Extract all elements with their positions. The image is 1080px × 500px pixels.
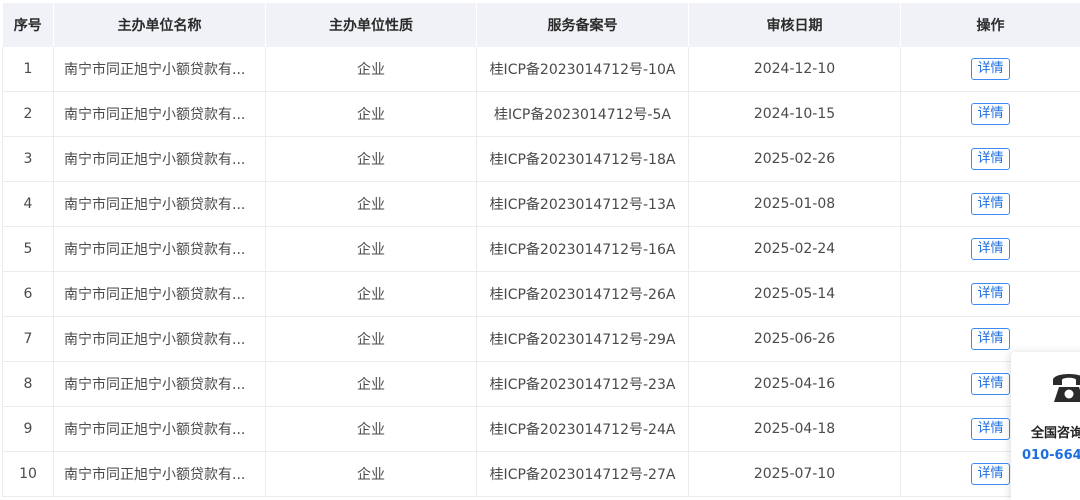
record-table: 序号 主办单位名称 主办单位性质 服务备案号 审核日期 操作 1 南宁市同正旭宁…: [2, 3, 1080, 497]
cell-action: 详情: [900, 181, 1080, 227]
cell-index: 3: [2, 136, 54, 182]
header-organizer-nature: 主办单位性质: [265, 3, 477, 47]
cell-organizer-name: 南宁市同正旭宁小额贷款有...: [53, 316, 266, 362]
table-row: 9 南宁市同正旭宁小额贷款有... 企业 桂ICP备2023014712号-24…: [2, 406, 1080, 452]
detail-button[interactable]: 详情: [971, 418, 1010, 440]
table-body: 1 南宁市同正旭宁小额贷款有... 企业 桂ICP备2023014712号-10…: [2, 47, 1080, 497]
cell-record-number: 桂ICP备2023014712号-16A: [476, 226, 689, 272]
consult-widget[interactable]: 全国咨询 010-6645: [1011, 352, 1080, 500]
cell-organizer-nature: 企业: [265, 316, 477, 362]
cell-record-number: 桂ICP备2023014712号-10A: [476, 47, 689, 92]
cell-index: 4: [2, 181, 54, 227]
table-row: 5 南宁市同正旭宁小额贷款有... 企业 桂ICP备2023014712号-16…: [2, 226, 1080, 272]
header-record-number: 服务备案号: [476, 3, 689, 47]
cell-organizer-name: 南宁市同正旭宁小额贷款有...: [53, 361, 266, 407]
detail-button[interactable]: 详情: [971, 328, 1010, 350]
table-row: 6 南宁市同正旭宁小额贷款有... 企业 桂ICP备2023014712号-26…: [2, 271, 1080, 317]
cell-organizer-nature: 企业: [265, 226, 477, 272]
cell-review-date: 2025-05-14: [688, 271, 901, 317]
cell-review-date: 2025-04-16: [688, 361, 901, 407]
cell-review-date: 2024-12-10: [688, 47, 901, 92]
cell-organizer-name: 南宁市同正旭宁小额贷款有...: [53, 181, 266, 227]
phone-icon: [1053, 374, 1080, 402]
detail-button[interactable]: 详情: [971, 193, 1010, 215]
table-row: 7 南宁市同正旭宁小额贷款有... 企业 桂ICP备2023014712号-29…: [2, 316, 1080, 362]
cell-organizer-nature: 企业: [265, 91, 477, 137]
cell-review-date: 2025-01-08: [688, 181, 901, 227]
cell-index: 6: [2, 271, 54, 317]
cell-action: 详情: [900, 136, 1080, 182]
table-header: 序号 主办单位名称 主办单位性质 服务备案号 审核日期 操作: [2, 3, 1080, 47]
cell-review-date: 2024-10-15: [688, 91, 901, 137]
cell-record-number: 桂ICP备2023014712号-23A: [476, 361, 689, 407]
cell-record-number: 桂ICP备2023014712号-29A: [476, 316, 689, 362]
cell-record-number: 桂ICP备2023014712号-13A: [476, 181, 689, 227]
header-organizer-name: 主办单位名称: [53, 3, 266, 47]
table-row: 3 南宁市同正旭宁小额贷款有... 企业 桂ICP备2023014712号-18…: [2, 136, 1080, 182]
table-row: 1 南宁市同正旭宁小额贷款有... 企业 桂ICP备2023014712号-10…: [2, 47, 1080, 92]
cell-review-date: 2025-02-24: [688, 226, 901, 272]
detail-button[interactable]: 详情: [971, 463, 1010, 485]
cell-organizer-nature: 企业: [265, 181, 477, 227]
detail-button[interactable]: 详情: [971, 58, 1010, 80]
cell-organizer-name: 南宁市同正旭宁小额贷款有...: [53, 91, 266, 137]
cell-review-date: 2025-07-10: [688, 451, 901, 497]
cell-action: 详情: [900, 271, 1080, 317]
cell-index: 10: [2, 451, 54, 497]
cell-organizer-name: 南宁市同正旭宁小额贷款有...: [53, 47, 266, 92]
page: 序号 主办单位名称 主办单位性质 服务备案号 审核日期 操作 1 南宁市同正旭宁…: [0, 0, 1080, 500]
header-row: 序号 主办单位名称 主办单位性质 服务备案号 审核日期 操作: [2, 3, 1080, 47]
cell-action: 详情: [900, 226, 1080, 272]
cell-review-date: 2025-04-18: [688, 406, 901, 452]
cell-organizer-nature: 企业: [265, 451, 477, 497]
table-row: 8 南宁市同正旭宁小额贷款有... 企业 桂ICP备2023014712号-23…: [2, 361, 1080, 407]
cell-review-date: 2025-06-26: [688, 316, 901, 362]
header-review-date: 审核日期: [688, 3, 901, 47]
cell-action: 详情: [900, 91, 1080, 137]
detail-button[interactable]: 详情: [971, 238, 1010, 260]
cell-record-number: 桂ICP备2023014712号-27A: [476, 451, 689, 497]
cell-index: 8: [2, 361, 54, 407]
table-row: 2 南宁市同正旭宁小额贷款有... 企业 桂ICP备2023014712号-5A…: [2, 91, 1080, 137]
cell-action: 详情: [900, 47, 1080, 92]
cell-index: 2: [2, 91, 54, 137]
cell-organizer-nature: 企业: [265, 406, 477, 452]
cell-organizer-nature: 企业: [265, 47, 477, 92]
cell-organizer-nature: 企业: [265, 271, 477, 317]
cell-index: 7: [2, 316, 54, 362]
cell-organizer-name: 南宁市同正旭宁小额贷款有...: [53, 406, 266, 452]
cell-organizer-nature: 企业: [265, 136, 477, 182]
cell-record-number: 桂ICP备2023014712号-26A: [476, 271, 689, 317]
cell-record-number: 桂ICP备2023014712号-24A: [476, 406, 689, 452]
cell-index: 5: [2, 226, 54, 272]
header-action: 操作: [900, 3, 1080, 47]
detail-button[interactable]: 详情: [971, 283, 1010, 305]
cell-organizer-name: 南宁市同正旭宁小额贷款有...: [53, 271, 266, 317]
cell-organizer-name: 南宁市同正旭宁小额贷款有...: [53, 136, 266, 182]
header-index: 序号: [2, 3, 54, 47]
consult-label: 全国咨询: [1031, 426, 1080, 441]
table-row: 4 南宁市同正旭宁小额贷款有... 企业 桂ICP备2023014712号-13…: [2, 181, 1080, 227]
cell-index: 1: [2, 47, 54, 92]
cell-organizer-nature: 企业: [265, 361, 477, 407]
cell-record-number: 桂ICP备2023014712号-18A: [476, 136, 689, 182]
cell-index: 9: [2, 406, 54, 452]
detail-button[interactable]: 详情: [971, 148, 1010, 170]
cell-organizer-name: 南宁市同正旭宁小额贷款有...: [53, 226, 266, 272]
cell-record-number: 桂ICP备2023014712号-5A: [476, 91, 689, 137]
table-row: 10 南宁市同正旭宁小额贷款有... 企业 桂ICP备2023014712号-2…: [2, 451, 1080, 497]
detail-button[interactable]: 详情: [971, 373, 1010, 395]
consult-phone[interactable]: 010-6645: [1022, 448, 1080, 463]
cell-organizer-name: 南宁市同正旭宁小额贷款有...: [53, 451, 266, 497]
detail-button[interactable]: 详情: [971, 103, 1010, 125]
cell-review-date: 2025-02-26: [688, 136, 901, 182]
